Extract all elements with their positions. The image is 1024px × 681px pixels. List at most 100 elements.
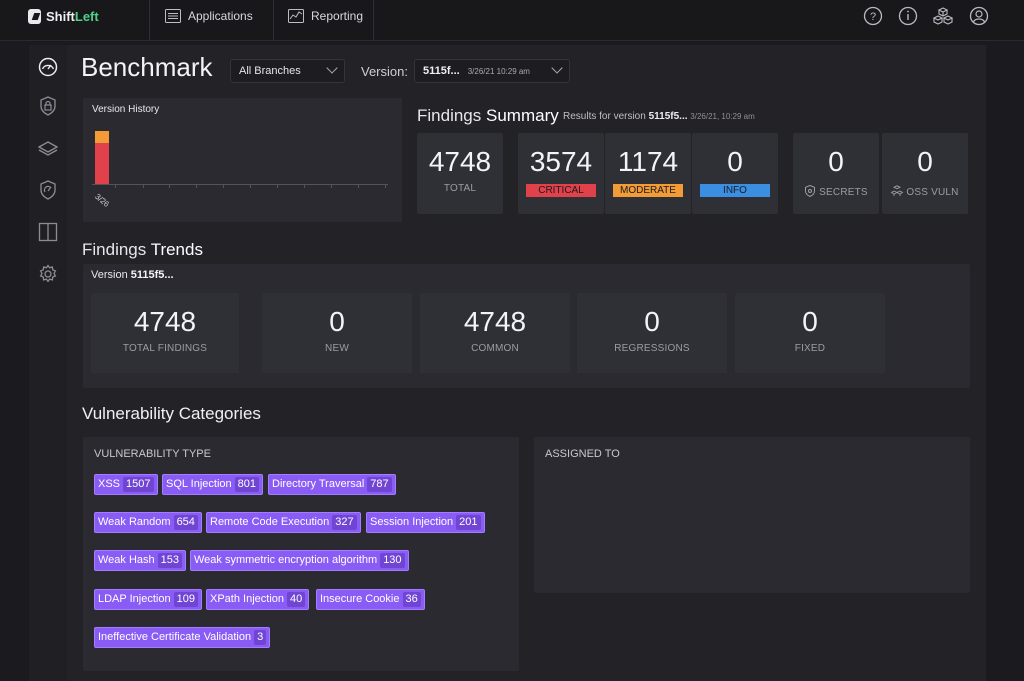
vuln-chip[interactable]: LDAP Injection 109 [94,589,202,610]
shield-icon[interactable] [38,180,58,200]
summary-moderate-value: 1174 [617,146,679,177]
svg-text:?: ? [870,11,876,23]
summary-card-total[interactable]: 4748 TOTAL [417,133,503,214]
assigned-to-panel: ASSIGNED TO [534,437,970,593]
history-tick [196,184,197,188]
trend-card-total-findings[interactable]: 4748 TOTAL FINDINGS [91,293,239,373]
summary-card-critical[interactable]: 3574 CRITICAL [518,133,604,214]
trend-regressions-label: REGRESSIONS [614,343,690,354]
trend-fixed-label: FIXED [794,343,826,354]
vuln-chip[interactable]: Weak symmetric encryption algorithm 130 [190,550,409,571]
vuln-chip-count: 801 [234,477,259,492]
vuln-chip-count: 36 [402,592,421,607]
info-badge: INFO [700,184,770,197]
chart-icon [288,9,304,23]
vuln-chip[interactable]: Remote Code Execution 327 [206,512,361,533]
trend-card-common[interactable]: 4748 COMMON [420,293,570,373]
history-bar-moderate[interactable] [95,131,109,143]
history-tick [385,184,386,188]
chevron-down-icon [326,62,338,74]
findings-summary-title-prefix: Findings [417,106,482,125]
trend-card-new[interactable]: 0 NEW [262,293,412,373]
summary-card-secrets[interactable]: 0 SECRETS [793,133,879,214]
trend-total-label: TOTAL FINDINGS [122,343,208,354]
history-tick [143,184,144,188]
summary-oss-label: OSS VULN [906,187,959,198]
summary-secrets-value: 0 [828,146,844,177]
layers-icon[interactable] [37,139,59,159]
trend-common-value: 4748 [463,306,527,337]
version-select-value: 5115f... [423,65,460,77]
summary-card-moderate[interactable]: 1174 MODERATE [605,133,691,214]
vuln-chip[interactable]: Weak Random 654 [94,512,202,533]
vuln-chip-label: SQL Injection [166,478,232,490]
summary-oss-value: 0 [917,146,933,177]
history-tick [277,184,278,188]
history-tick [304,184,305,188]
dashboard-icon[interactable] [38,57,58,77]
vuln-chip[interactable]: Weak Hash 153 [94,550,187,571]
page-title: Benchmark [81,52,213,82]
vuln-chip[interactable]: Session Injection 201 [366,512,485,533]
logo-suffix: Left [74,8,99,24]
list-icon [165,9,181,23]
version-label: Version: [361,64,408,79]
summary-card-info[interactable]: 0 INFO [692,133,778,214]
main-content: Benchmark All Branches Version: 5115f...… [67,45,986,681]
vuln-chip[interactable]: Directory Traversal 787 [268,474,396,495]
info-icon[interactable] [898,6,918,26]
history-tick [331,184,332,188]
vuln-chip[interactable]: Ineffective Certificate Validation 3 [94,627,271,648]
trend-card-fixed[interactable]: 0 FIXED [735,293,885,373]
vuln-chip[interactable]: Insecure Cookie 36 [316,589,425,610]
lock-icon[interactable] [38,96,58,116]
vuln-chip-label: XSS [98,478,121,490]
shiftleft-logo[interactable]: ShiftLeft [28,7,99,25]
branch-select[interactable]: All Branches [230,59,345,83]
vuln-chip[interactable]: XSS 1507 [94,474,158,495]
history-tick [169,184,170,188]
vuln-chip[interactable]: XPath Injection 40 [206,589,310,610]
trend-version: Version 5115f5... [91,269,174,281]
gear-icon[interactable] [38,264,58,284]
cubes-icon[interactable] [932,6,954,26]
top-navigation-bar: ShiftLeft Applications Reporting ? [0,0,1024,41]
vuln-chip-label: Ineffective Certificate Validation [98,631,252,643]
logo-icon [28,8,41,24]
vuln-chip[interactable]: SQL Injection 801 [162,474,263,495]
branch-select-value: All Branches [239,65,301,77]
help-icon[interactable]: ? [863,6,883,26]
vuln-chip-label: Weak symmetric encryption algorithm [194,554,378,566]
vuln-chip-count: 327 [332,515,357,530]
trend-regressions-value: 0 [644,306,660,337]
history-bar-critical[interactable] [95,143,109,184]
nav-tab-reporting[interactable]: Reporting [288,0,363,32]
moderate-badge: MODERATE [613,184,683,197]
trend-card-regressions[interactable]: 0 REGRESSIONS [577,293,727,373]
history-axis [92,184,388,185]
vuln-chip-label: Insecure Cookie [320,593,400,605]
assigned-to-header: ASSIGNED TO [545,448,620,460]
summary-secrets-label: SECRETS [819,187,868,198]
results-for-version: Results for version 5115f5... 3/26/21, 1… [563,111,755,122]
nav-tab-applications[interactable]: Applications [165,0,253,32]
summary-card-oss-vuln[interactable]: 0 OSS VULN [882,133,968,214]
critical-badge: CRITICAL [526,184,596,197]
trend-new-value: 0 [329,306,345,337]
vuln-chip-count: 787 [367,477,392,492]
vuln-chip-label: LDAP Injection [98,593,171,605]
user-icon[interactable] [969,6,989,26]
results-prefix: Results for version [563,111,646,122]
chevron-down-icon [551,62,563,74]
version-history-panel: Version History 3/26 [83,98,402,222]
logo-prefix: Shift [46,8,75,24]
cubes-icon [891,185,904,196]
findings-summary-title-bold: Summary [486,106,559,125]
nav-divider [149,0,150,41]
history-tick [115,184,116,188]
version-select[interactable]: 5115f... 3/26/21 10:29 am [414,59,570,83]
summary-secrets-label-row: SECRETS [793,184,879,198]
panels-icon[interactable] [38,222,58,242]
version-select-date: 3/26/21 10:29 am [467,66,530,76]
nav-tab-applications-label: Applications [188,9,253,23]
